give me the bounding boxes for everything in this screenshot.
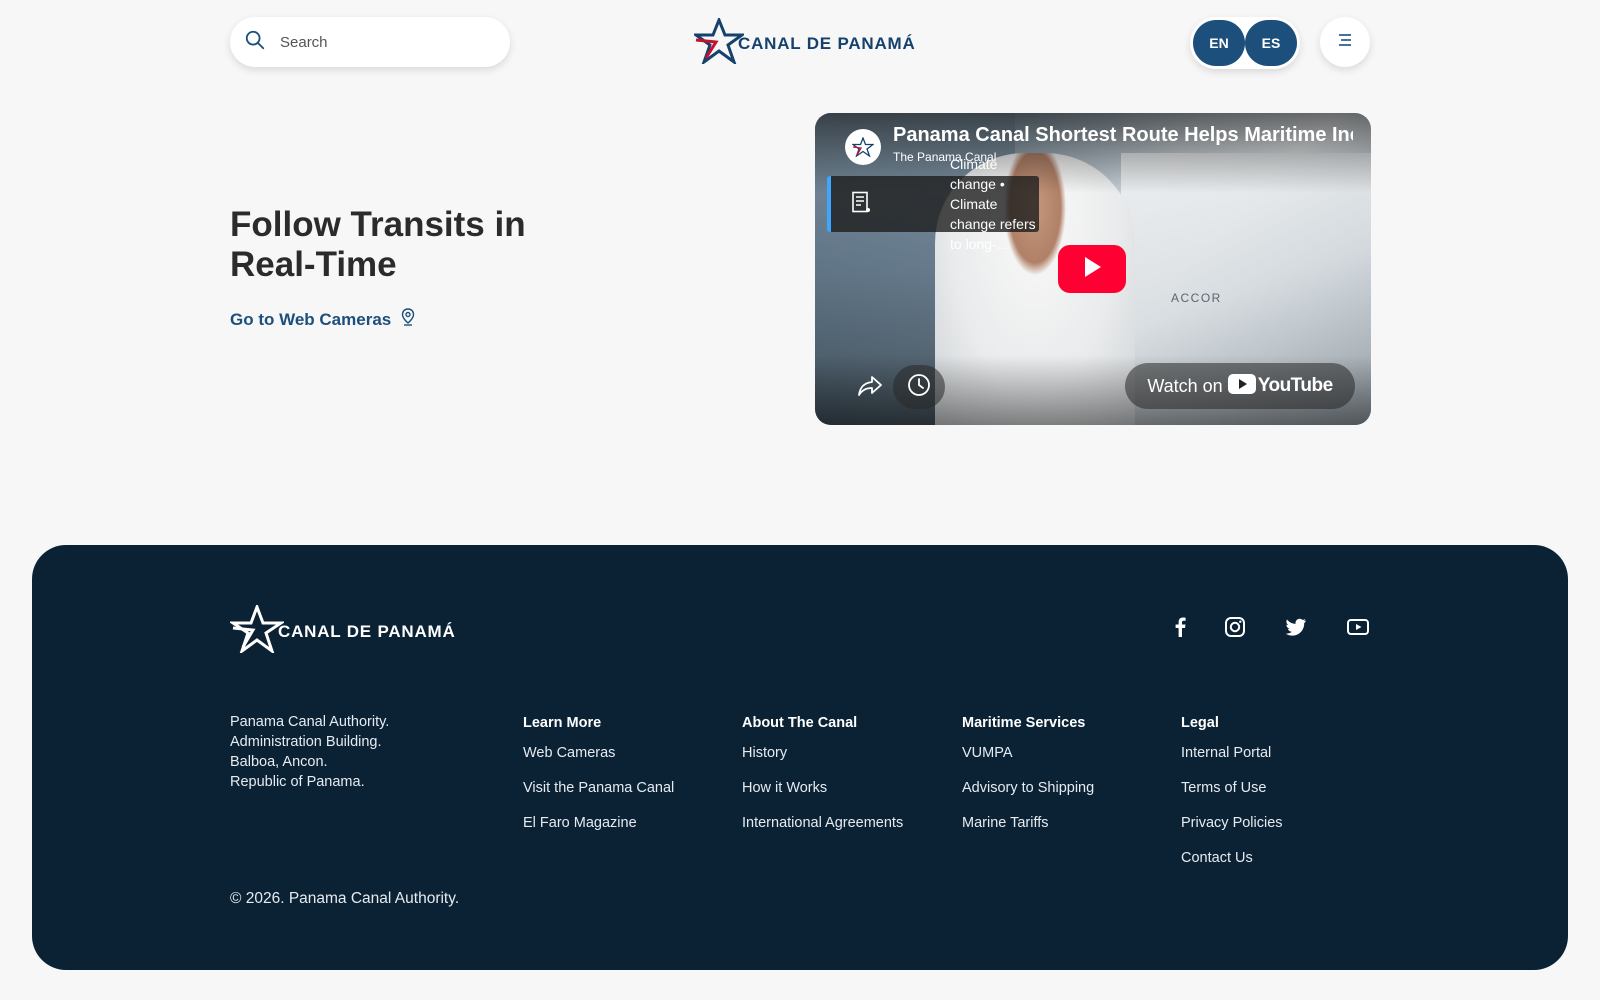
site-header: CANAL DE PANAMÁ EN ES [0,0,1600,90]
share-icon [857,375,883,402]
footer-column-legal: Legal Internal Portal Terms of Use Priva… [1181,715,1283,884]
twitter-link[interactable] [1282,615,1310,643]
youtube-video-embed[interactable]: ACCOR Panama Canal Shortest Route Helps … [815,113,1371,425]
footer-link-visit-canal[interactable]: Visit the Panama Canal [523,779,674,798]
info-card-text: Climate change • Climate change refers t… [950,156,1036,252]
footer-link-el-faro[interactable]: El Faro Magazine [523,814,674,833]
share-button[interactable] [845,368,895,408]
youtube-play-icon [1227,373,1256,399]
footer-column-title: Legal [1181,715,1219,731]
footer-logo-text: CANAL DE PANAMÁ [278,621,456,641]
instagram-link[interactable] [1221,615,1249,643]
youtube-link[interactable] [1344,615,1372,643]
address-line: Republic of Panama. [230,774,365,790]
footer-link-web-cameras[interactable]: Web Cameras [523,744,674,763]
copyright-text: © 2026. Panama Canal Authority. [230,890,460,907]
footer-link-how-it-works[interactable]: How it Works [742,779,903,798]
hamburger-icon [1336,32,1354,53]
play-button[interactable] [1058,245,1126,293]
search-icon [244,29,266,56]
logo-text: CANAL DE PANAMÁ [738,33,916,53]
watch-later-button[interactable] [893,365,945,409]
search-box[interactable] [230,17,510,67]
address-line: Balboa, Ancon. [230,754,328,770]
footer-column-title: Maritime Services [962,715,1086,731]
footer-column-about: About The Canal History How it Works Int… [742,715,903,849]
footer-column-title: About The Canal [742,715,858,731]
youtube-icon [1347,616,1369,643]
watch-on-label: Watch on [1147,375,1223,396]
footer-link-vumpa[interactable]: VUMPA [962,744,1094,763]
footer-column-maritime: Maritime Services VUMPA Advisory to Ship… [962,715,1094,849]
footer-address: Panama Canal Authority. Administration B… [230,712,389,792]
twitter-icon [1285,616,1307,643]
play-icon [1082,256,1102,283]
document-icon [851,191,940,218]
footer-link-contact[interactable]: Contact Us [1181,849,1283,868]
web-cameras-link[interactable]: Go to Web Cameras [230,308,415,331]
footer-column-learn-more: Learn More Web Cameras Visit the Panama … [523,715,674,849]
search-input[interactable] [280,33,480,51]
lang-es-button[interactable]: ES [1245,20,1297,66]
web-cameras-link-label: Go to Web Cameras [230,309,392,329]
address-line: Panama Canal Authority. [230,714,390,730]
lang-en-button[interactable]: EN [1193,20,1245,66]
address-line: Administration Building. [230,734,382,750]
video-overlay-text: ACCOR [1171,291,1222,305]
video-title[interactable]: Panama Canal Shortest Route Helps Mariti… [893,124,1353,147]
footer-link-privacy[interactable]: Privacy Policies [1181,814,1283,833]
facebook-icon [1169,616,1191,643]
footer-link-terms[interactable]: Terms of Use [1181,779,1283,798]
footer-column-title: Learn More [523,715,602,731]
watch-on-youtube-button[interactable]: Watch on YouTube [1125,363,1355,409]
footer-link-history[interactable]: History [742,744,903,763]
info-card[interactable]: Climate change • Climate change refers t… [827,156,1039,252]
channel-avatar[interactable] [845,129,881,165]
footer-link-international-agreements[interactable]: International Agreements [742,814,903,833]
footer-link-advisory[interactable]: Advisory to Shipping [962,779,1094,798]
language-switcher: EN ES [1190,17,1300,69]
site-logo[interactable]: CANAL DE PANAMÁ [691,15,916,69]
youtube-wordmark: YouTube [1257,375,1333,396]
footer-link-internal-portal[interactable]: Internal Portal [1181,744,1283,763]
clock-icon [907,373,931,402]
hero-title: Follow Transits in Real-Time [230,205,526,284]
location-pin-icon [391,308,415,331]
instagram-icon [1224,616,1246,643]
footer-link-marine-tariffs[interactable]: Marine Tariffs [962,814,1094,833]
facebook-link[interactable] [1166,615,1194,643]
menu-button[interactable] [1320,17,1370,67]
site-footer: CANAL DE PANAMÁ Panama Canal Authority. … [32,545,1568,970]
youtube-logo: YouTube [1227,373,1333,399]
footer-logo[interactable]: CANAL DE PANAMÁ [228,602,456,658]
footer-star-logo-icon [228,602,286,658]
star-logo-icon [691,15,747,69]
